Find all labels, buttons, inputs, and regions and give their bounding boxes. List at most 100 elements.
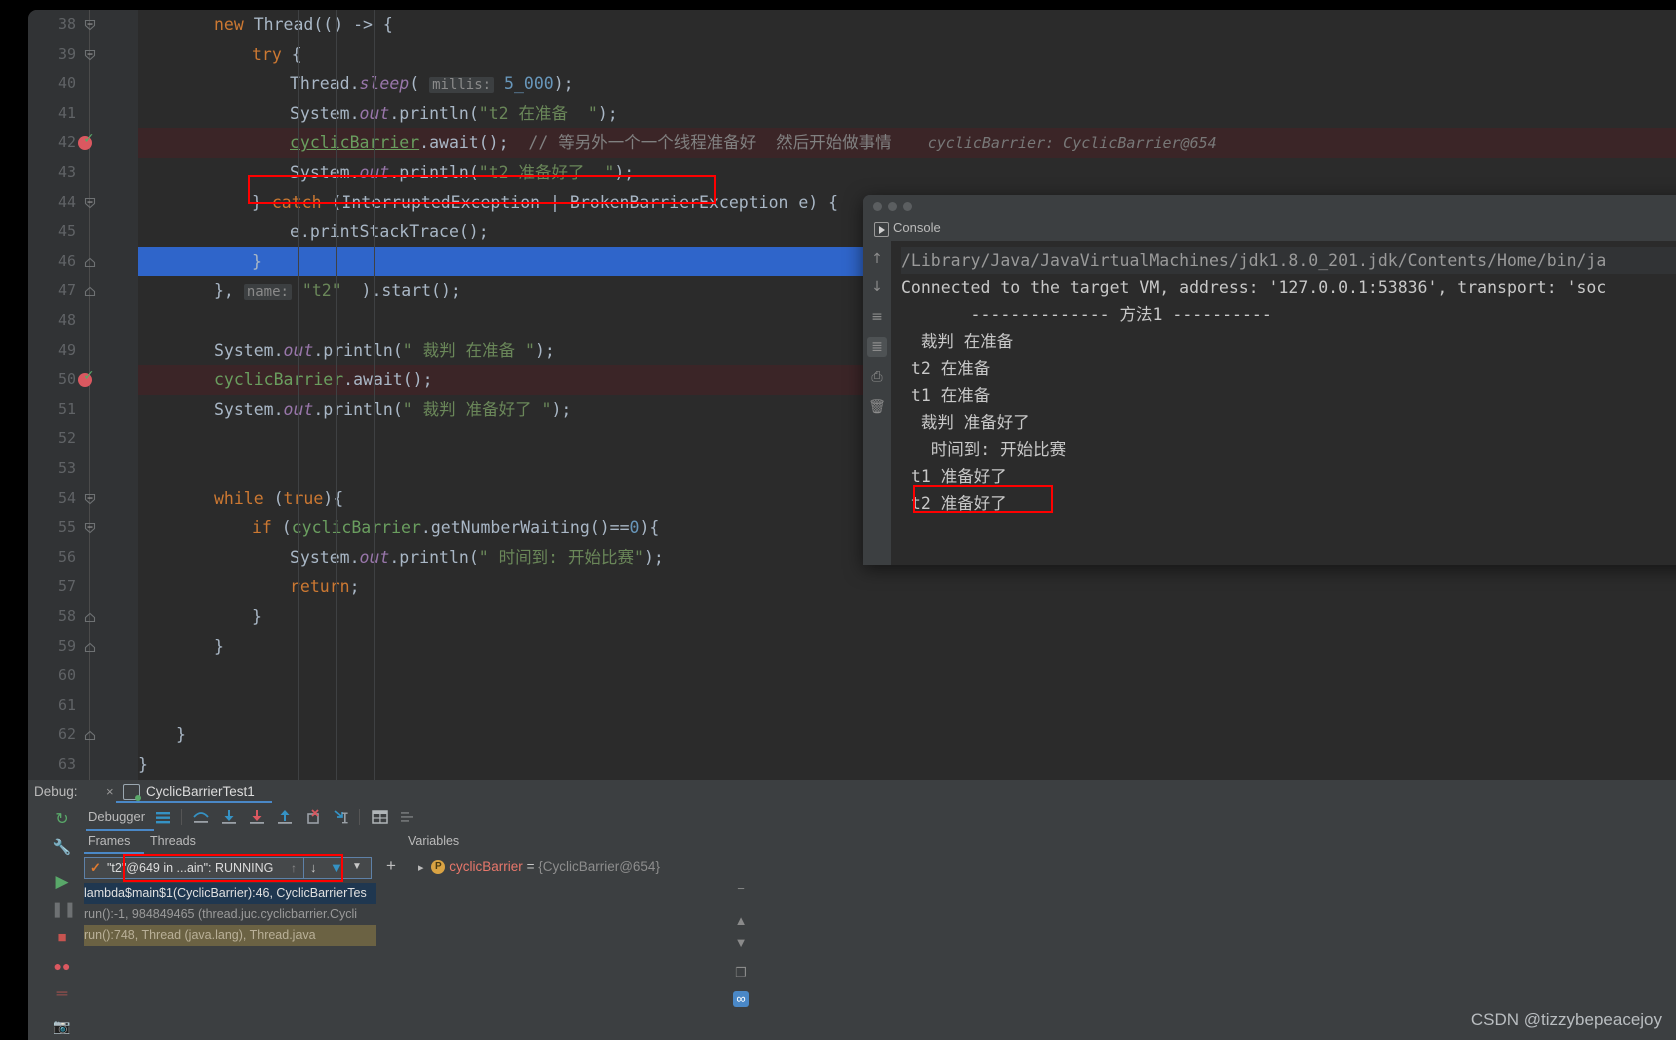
gutter-line[interactable]: 60	[28, 661, 138, 691]
breakpoint-icon[interactable]: ✓	[78, 132, 95, 151]
gutter-line[interactable]: 58	[28, 602, 138, 632]
fold-end-icon[interactable]	[84, 611, 96, 623]
gutter-line[interactable]: 55	[28, 513, 138, 543]
fold-end-icon[interactable]	[84, 729, 96, 741]
code-line[interactable]: try {	[138, 40, 1676, 70]
debug-session-tab[interactable]: CyclicBarrierTest1	[146, 784, 255, 799]
evaluate-expression-icon[interactable]	[370, 808, 390, 826]
fold-end-icon[interactable]	[84, 641, 96, 653]
fold-end-icon[interactable]	[84, 285, 96, 297]
gutter-line[interactable]: 40	[28, 69, 138, 99]
add-watch-button[interactable]: +	[386, 857, 396, 874]
collapse-icon[interactable]: −	[733, 881, 749, 897]
window-zoom-button[interactable]	[903, 202, 912, 211]
close-icon[interactable]: ×	[106, 784, 114, 799]
gutter-line[interactable]: 43	[28, 158, 138, 188]
stack-frame-row[interactable]: run():-1, 984849465 (thread.juc.cyclicba…	[84, 904, 376, 925]
chevron-up-icon[interactable]: ↑	[291, 861, 297, 875]
fold-collapse-icon[interactable]	[84, 49, 96, 61]
gutter-line[interactable]: 49	[28, 336, 138, 366]
print-icon[interactable]: ⎙	[867, 367, 887, 387]
gutter-line[interactable]: 48	[28, 306, 138, 336]
tab-frames[interactable]: Frames	[88, 834, 130, 848]
editor-gutter[interactable]: 38 39 40 41 42 ✓ 43 44 45 46 47 48 49 50 ✓ 51 52 53 54 55 56…	[28, 10, 138, 780]
thread-selector-controls[interactable]: ↓ ▼ ▼	[304, 857, 372, 879]
resume-program-icon[interactable]: ▶	[51, 871, 73, 893]
pause-program-icon[interactable]: ❚❚	[51, 899, 76, 921]
soft-wrap-icon[interactable]: ≡	[867, 307, 887, 327]
breakpoint-icon[interactable]: ✓	[78, 369, 95, 388]
debug-left-toolbar[interactable]: ↻ 🔧 ▶ ❚❚ ■ ●● ═ 📷	[46, 803, 78, 1040]
gutter-line[interactable]: 39	[28, 40, 138, 70]
run-to-cursor-icon[interactable]	[331, 808, 351, 826]
copy-icon[interactable]: ❐	[733, 965, 749, 981]
gutter-line[interactable]: 44	[28, 188, 138, 218]
gutter-line[interactable]: 62	[28, 720, 138, 750]
console-tab[interactable]: Console	[863, 217, 1676, 241]
gutter-line[interactable]: 42 ✓	[28, 128, 138, 158]
scroll-up-arrow-icon[interactable]: ▲	[733, 913, 749, 929]
code-line[interactable]: }	[138, 720, 1676, 750]
gutter-line[interactable]: 54	[28, 484, 138, 514]
gutter-line[interactable]: 45	[28, 217, 138, 247]
fold-collapse-icon[interactable]	[84, 522, 96, 534]
step-over-icon[interactable]	[191, 808, 211, 826]
show-execution-point-icon[interactable]	[153, 808, 173, 826]
trash-icon[interactable]: 🗑	[867, 397, 887, 417]
debugger-tab-label[interactable]: Debugger	[88, 809, 145, 824]
stack-frame-row[interactable]: lambda$main$1(CyclicBarrier):46, CyclicB…	[84, 883, 376, 904]
fold-collapse-icon[interactable]	[84, 197, 96, 209]
console-window[interactable]: Console ↑ ↓ ≡ ≣ ⎙ 🗑 /Library/Java/JavaVi…	[863, 195, 1676, 565]
link-icon[interactable]: ∞	[733, 991, 749, 1007]
chevron-right-icon[interactable]: ▸	[418, 862, 424, 874]
fold-end-icon[interactable]	[84, 256, 96, 268]
debugger-toolbar[interactable]: Debugger	[78, 803, 1676, 831]
code-line[interactable]: System.out.println("t2 在准备 ");	[138, 99, 1676, 129]
gutter-line[interactable]: 61	[28, 691, 138, 721]
gutter-line[interactable]: 46	[28, 247, 138, 277]
scroll-down-icon[interactable]: ↓	[867, 277, 887, 297]
scroll-up-icon[interactable]: ↑	[867, 249, 887, 269]
code-line[interactable]: new Thread(() -> {	[138, 10, 1676, 40]
stack-frame-row[interactable]: run():748, Thread (java.lang), Thread.ja…	[84, 925, 376, 946]
camera-icon[interactable]: 📷	[51, 1015, 73, 1037]
fold-collapse-icon[interactable]	[84, 493, 96, 505]
gutter-line[interactable]: 57	[28, 572, 138, 602]
sort-down-icon[interactable]: ↓	[310, 860, 317, 875]
gutter-line[interactable]: 59	[28, 632, 138, 662]
fold-collapse-icon[interactable]	[84, 19, 96, 31]
gutter-line[interactable]: 47	[28, 276, 138, 306]
code-line[interactable]: }	[138, 602, 1676, 632]
scroll-to-end-icon[interactable]: ≣	[867, 337, 887, 357]
gutter-line[interactable]: 50 ✓	[28, 365, 138, 395]
gutter-line[interactable]: 63	[28, 750, 138, 780]
console-output[interactable]: /Library/Java/JavaVirtualMachines/jdk1.8…	[891, 241, 1676, 565]
tab-threads[interactable]: Threads	[150, 834, 196, 848]
gutter-line[interactable]: 51	[28, 395, 138, 425]
code-line[interactable]: }	[138, 632, 1676, 662]
code-line[interactable]: }	[138, 750, 1676, 780]
mute-breakpoints-icon[interactable]: ═	[51, 983, 73, 1005]
window-minimize-button[interactable]	[888, 202, 897, 211]
code-line[interactable]	[138, 661, 1676, 691]
filter-icon[interactable]: ▼	[330, 860, 343, 875]
scroll-down-arrow-icon[interactable]: ▼	[733, 935, 749, 951]
code-line[interactable]: System.out.println("t2 准备好了 ");	[138, 158, 1676, 188]
code-line[interactable]: return;	[138, 572, 1676, 602]
console-toolbar[interactable]: ↑ ↓ ≡ ≣ ⎙ 🗑	[863, 241, 891, 565]
settings-wrench-icon[interactable]: 🔧	[51, 837, 73, 859]
window-close-button[interactable]	[873, 202, 882, 211]
gutter-line[interactable]: 38	[28, 10, 138, 40]
layout-settings-icon[interactable]	[398, 808, 418, 826]
code-line[interactable]	[138, 691, 1676, 721]
code-line[interactable]: cyclicBarrier.await(); // 等另外一个一个线程准备好 然…	[138, 128, 1676, 158]
view-breakpoints-icon[interactable]: ●●	[51, 955, 73, 977]
gutter-line[interactable]: 56	[28, 543, 138, 573]
code-line[interactable]: Thread.sleep( millis: 5_000);	[138, 69, 1676, 99]
drop-frame-icon[interactable]	[303, 808, 323, 826]
gutter-line[interactable]: 41	[28, 99, 138, 129]
chevron-down-icon[interactable]: ▼	[352, 861, 362, 872]
variable-row-cyclicBarrier[interactable]: ▸ PcyclicBarrier = {CyclicBarrier@654}	[418, 859, 660, 875]
thread-selector[interactable]: ✓ "t2"@649 in ...ain": RUNNING ↑	[84, 857, 304, 879]
stop-icon[interactable]: ■	[51, 927, 73, 949]
